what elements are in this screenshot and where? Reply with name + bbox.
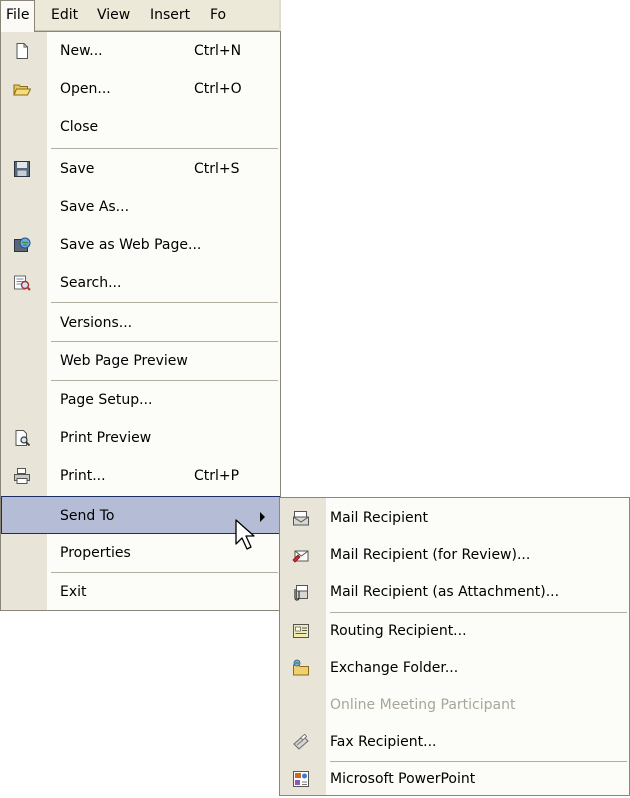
send-to-fax-recipient[interactable]: Fax Recipient... [280, 724, 629, 761]
menu-item-shortcut: Ctrl+O [194, 81, 242, 97]
search-icon [13, 274, 31, 292]
menu-item-label: Print Preview [60, 430, 152, 446]
menu-item-label: Save [60, 161, 95, 177]
menu-item-label: Routing Recipient... [330, 623, 467, 639]
menu-edit-label: Edit [51, 7, 79, 23]
save-web-page-icon [13, 236, 31, 254]
menubar-edge [279, 0, 281, 31]
menu-item-label: Web Page Preview [60, 353, 188, 369]
menu-item-label: Page Setup... [60, 392, 153, 408]
submenu-arrow-icon [260, 512, 265, 522]
menu-separator [51, 302, 278, 303]
menu-item-label: Mail Recipient [330, 510, 428, 526]
exchange-folder-icon [292, 659, 310, 677]
fax-icon [292, 733, 310, 751]
send-to-submenu: Mail Recipient Mail Recipient (for Revie… [279, 497, 630, 796]
open-folder-icon [13, 80, 31, 98]
mail-review-icon [292, 546, 310, 564]
new-document-icon [13, 42, 31, 60]
send-to-mail-recipient[interactable]: Mail Recipient [280, 500, 629, 537]
routing-recipient-icon [292, 622, 310, 640]
menu-item-label: Microsoft PowerPoint [330, 771, 476, 787]
send-to-mail-recipient-review[interactable]: Mail Recipient (for Review)... [280, 537, 629, 574]
menu-bar: File Edit View Insert Fo [0, 0, 281, 32]
menu-item-new[interactable]: New... Ctrl+N [1, 32, 280, 70]
powerpoint-icon [292, 770, 310, 788]
menu-separator [51, 148, 278, 149]
menu-item-label: Properties [60, 545, 131, 561]
menu-item-close[interactable]: Close [1, 108, 280, 146]
menu-item-label: Versions... [60, 315, 133, 331]
menu-item-label: Send To [60, 508, 115, 524]
send-to-mail-recipient-attachment[interactable]: Mail Recipient (as Attachment)... [280, 574, 629, 611]
printer-icon [13, 467, 31, 485]
save-disk-icon [13, 160, 31, 178]
menu-file-label: File [6, 7, 30, 23]
menu-item-label: Search... [60, 275, 122, 291]
menu-item-label: Print... [60, 468, 106, 484]
menu-format[interactable]: Fo [205, 0, 231, 31]
menu-edit[interactable]: Edit [46, 0, 83, 31]
menu-item-shortcut: Ctrl+S [194, 161, 240, 177]
menu-item-print[interactable]: Print... Ctrl+P [1, 457, 280, 495]
menu-item-label: Save As... [60, 199, 130, 215]
menu-item-search[interactable]: Search... [1, 264, 280, 302]
menu-format-label: Fo [210, 7, 227, 23]
send-to-microsoft-powerpoint[interactable]: Microsoft PowerPoint [280, 761, 629, 798]
menu-item-label: Online Meeting Participant [330, 697, 516, 713]
menu-item-label: New... [60, 43, 103, 59]
menu-item-save-as[interactable]: Save As... [1, 188, 280, 226]
menu-item-label: Mail Recipient (for Review)... [330, 547, 531, 563]
menu-item-shortcut: Ctrl+P [194, 468, 240, 484]
menu-item-label: Exit [60, 584, 87, 600]
menu-item-label: Open... [60, 81, 111, 97]
menu-item-print-preview[interactable]: Print Preview [1, 419, 280, 457]
send-to-exchange-folder[interactable]: Exchange Folder... [280, 650, 629, 687]
menu-item-shortcut: Ctrl+N [194, 43, 242, 59]
menu-file[interactable]: File [0, 0, 36, 32]
menu-view-label: View [97, 7, 131, 23]
mail-attachment-icon [292, 583, 310, 601]
menu-item-exit[interactable]: Exit [1, 573, 280, 611]
menu-item-label: Save as Web Page... [60, 237, 202, 253]
menu-item-label: Fax Recipient... [330, 734, 437, 750]
menu-view[interactable]: View [92, 0, 135, 31]
menu-item-label: Exchange Folder... [330, 660, 459, 676]
menu-item-web-page-preview[interactable]: Web Page Preview [1, 342, 280, 380]
mouse-pointer-icon [234, 519, 260, 553]
send-to-routing-recipient[interactable]: Routing Recipient... [280, 613, 629, 650]
menu-item-page-setup[interactable]: Page Setup... [1, 381, 280, 419]
menu-item-label: Mail Recipient (as Attachment)... [330, 584, 560, 600]
send-to-online-meeting-participant: Online Meeting Participant [280, 687, 629, 724]
menu-insert[interactable]: Insert [145, 0, 195, 31]
print-preview-icon [13, 429, 31, 447]
menu-item-save[interactable]: Save Ctrl+S [1, 150, 280, 188]
menu-item-save-as-web-page[interactable]: Save as Web Page... [1, 226, 280, 264]
menu-item-versions[interactable]: Versions... [1, 304, 280, 342]
mail-recipient-icon [292, 509, 310, 527]
menu-item-label: Close [60, 119, 99, 135]
menu-item-open[interactable]: Open... Ctrl+O [1, 70, 280, 108]
menu-insert-label: Insert [150, 7, 191, 23]
